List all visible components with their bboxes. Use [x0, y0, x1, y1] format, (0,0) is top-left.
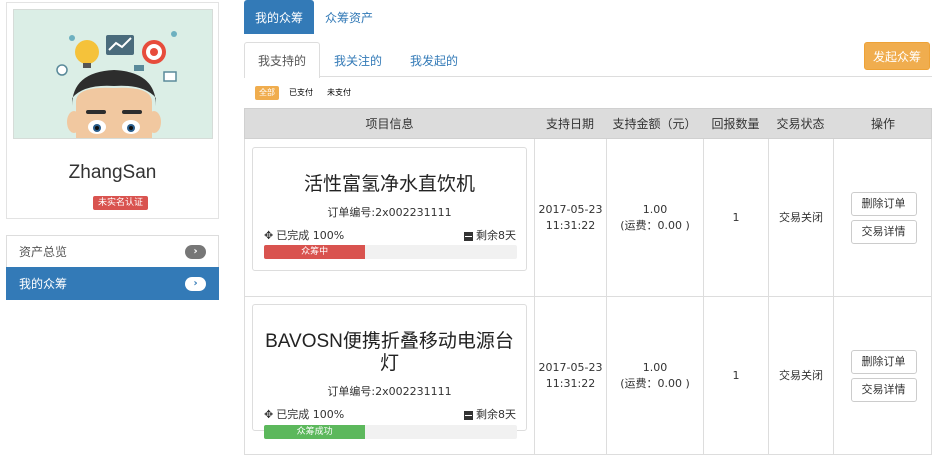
remaining-label: 剩余8天	[476, 229, 516, 242]
table-header: 项目信息 支持日期 支持金额（元） 回报数量 交易状态 操作	[244, 108, 932, 139]
remaining-text: 剩余8天	[464, 407, 516, 423]
tab-launched[interactable]: 我发起的	[396, 42, 472, 77]
profile-card: ZhangSan 未实名认证	[6, 2, 219, 219]
shipping-fee: (运费：0.00 )	[620, 218, 690, 232]
support-time: 11:31:22	[545, 376, 596, 390]
tab-followed[interactable]: 我关注的	[320, 42, 396, 77]
filter-all[interactable]: 全部	[255, 86, 279, 100]
order-number: 订单编号:2x002231111	[327, 206, 452, 219]
shipping-fee: (运费：0.00 )	[620, 376, 690, 390]
sidebar-nav: 资产总览 › 我的众筹 ›	[6, 235, 219, 300]
completion-text: ✥ 已完成 100%	[264, 228, 344, 244]
project-title: BAVOSN便携折叠移动电源台灯	[265, 331, 514, 374]
support-time: 11:31:22	[545, 218, 596, 232]
support-date: 2017-05-23	[538, 360, 603, 374]
reward-quantity: 1	[732, 210, 740, 224]
payment-filter: 全部 已支付 未支付	[255, 86, 355, 100]
column-header: 操作	[870, 117, 895, 131]
operations-cell: 删除订单 交易详情	[833, 297, 932, 454]
delete-order-button[interactable]: 删除订单	[850, 191, 917, 216]
completion-label: 已完成 100%	[276, 229, 345, 242]
reward-qty-cell: 1	[703, 139, 768, 296]
column-header: 项目信息	[365, 117, 414, 131]
progress-bar: 众筹中	[264, 245, 517, 259]
column-header: 交易状态	[776, 117, 825, 131]
project-card[interactable]: 活性富氢净水直饮机 订单编号:2x002231111 ✥ 已完成 100% 剩余…	[252, 147, 527, 271]
remaining-label: 剩余8天	[476, 408, 516, 421]
tab-crowdfunding-assets[interactable]: 众筹资产	[314, 0, 384, 34]
move-icon: ✥	[264, 408, 274, 421]
move-icon: ✥	[264, 229, 274, 242]
sidebar-item-label: 我的众筹	[19, 277, 68, 291]
avatar[interactable]	[13, 9, 213, 139]
sidebar-item-asset-overview[interactable]: 资产总览 ›	[6, 235, 219, 268]
trade-detail-button[interactable]: 交易详情	[850, 377, 917, 402]
trade-status-cell: 交易关闭	[768, 139, 833, 296]
project-card[interactable]: BAVOSN便携折叠移动电源台灯 订单编号:2x002231111 ✥ 已完成 …	[252, 304, 527, 439]
project-title: 活性富氢净水直饮机	[303, 174, 475, 195]
support-amount: 1.00	[642, 202, 668, 216]
tab-my-crowdfunding[interactable]: 我的众筹	[244, 0, 315, 34]
remaining-text: 剩余8天	[464, 228, 516, 244]
trade-status-cell: 交易关闭	[768, 297, 833, 454]
filter-paid[interactable]: 已支付	[285, 86, 317, 100]
trade-detail-button[interactable]: 交易详情	[850, 219, 917, 244]
column-header: 支持金额（元）	[612, 117, 697, 131]
main-content: 我的众筹 众筹资产 我支持的 我关注的 我发起的 发起众筹 全部 已支付 未支付…	[244, 0, 932, 463]
support-amount: 1.00	[642, 360, 668, 374]
progress-fill: 众筹成功	[264, 425, 366, 439]
chevron-right-icon: ›	[185, 277, 206, 291]
calendar-icon	[464, 231, 473, 241]
verify-status-badge: 未实名认证	[93, 196, 149, 210]
project-info-cell: 活性富氢净水直饮机 订单编号:2x002231111 ✥ 已完成 100% 剩余…	[245, 139, 534, 296]
table-row: 活性富氢净水直饮机 订单编号:2x002231111 ✥ 已完成 100% 剩余…	[244, 139, 932, 297]
orders-table: 项目信息 支持日期 支持金额（元） 回报数量 交易状态 操作 活性富氢净水直饮机…	[244, 108, 932, 455]
progress-bar: 众筹成功	[264, 425, 517, 439]
progress-fill: 众筹中	[264, 245, 366, 259]
trade-status: 交易关闭	[779, 368, 823, 382]
tab-supported[interactable]: 我支持的	[244, 42, 321, 78]
support-date: 2017-05-23	[538, 202, 603, 216]
column-header: 回报数量	[711, 117, 760, 131]
trade-status: 交易关闭	[779, 210, 823, 224]
delete-order-button[interactable]: 删除订单	[850, 349, 917, 374]
user-name: ZhangSan	[68, 162, 157, 183]
completion-label: 已完成 100%	[276, 408, 345, 421]
sidebar-item-label: 资产总览	[19, 245, 68, 259]
support-amount-cell: 1.00 (运费：0.00 )	[606, 139, 703, 296]
reward-qty-cell: 1	[703, 297, 768, 454]
sub-tabs: 我支持的 我关注的 我发起的	[244, 42, 932, 78]
launch-crowdfunding-button[interactable]: 发起众筹	[864, 42, 930, 70]
table-row: BAVOSN便携折叠移动电源台灯 订单编号:2x002231111 ✥ 已完成 …	[244, 297, 932, 455]
chevron-right-icon: ›	[185, 245, 206, 259]
support-date-cell: 2017-05-23 11:31:22	[534, 139, 606, 296]
support-amount-cell: 1.00 (运费：0.00 )	[606, 297, 703, 454]
support-date-cell: 2017-05-23 11:31:22	[534, 297, 606, 454]
order-number: 订单编号:2x002231111	[327, 385, 452, 398]
filter-unpaid[interactable]: 未支付	[323, 86, 355, 100]
sidebar-item-my-crowdfunding[interactable]: 我的众筹 ›	[6, 267, 219, 300]
project-info-cell: BAVOSN便携折叠移动电源台灯 订单编号:2x002231111 ✥ 已完成 …	[245, 297, 534, 454]
top-tabs: 我的众筹 众筹资产	[244, 0, 384, 34]
calendar-icon	[464, 410, 473, 420]
avatar-illustration	[14, 10, 212, 138]
reward-quantity: 1	[732, 368, 740, 382]
operations-cell: 删除订单 交易详情	[833, 139, 932, 296]
completion-text: ✥ 已完成 100%	[264, 407, 344, 423]
column-header: 支持日期	[545, 117, 594, 131]
